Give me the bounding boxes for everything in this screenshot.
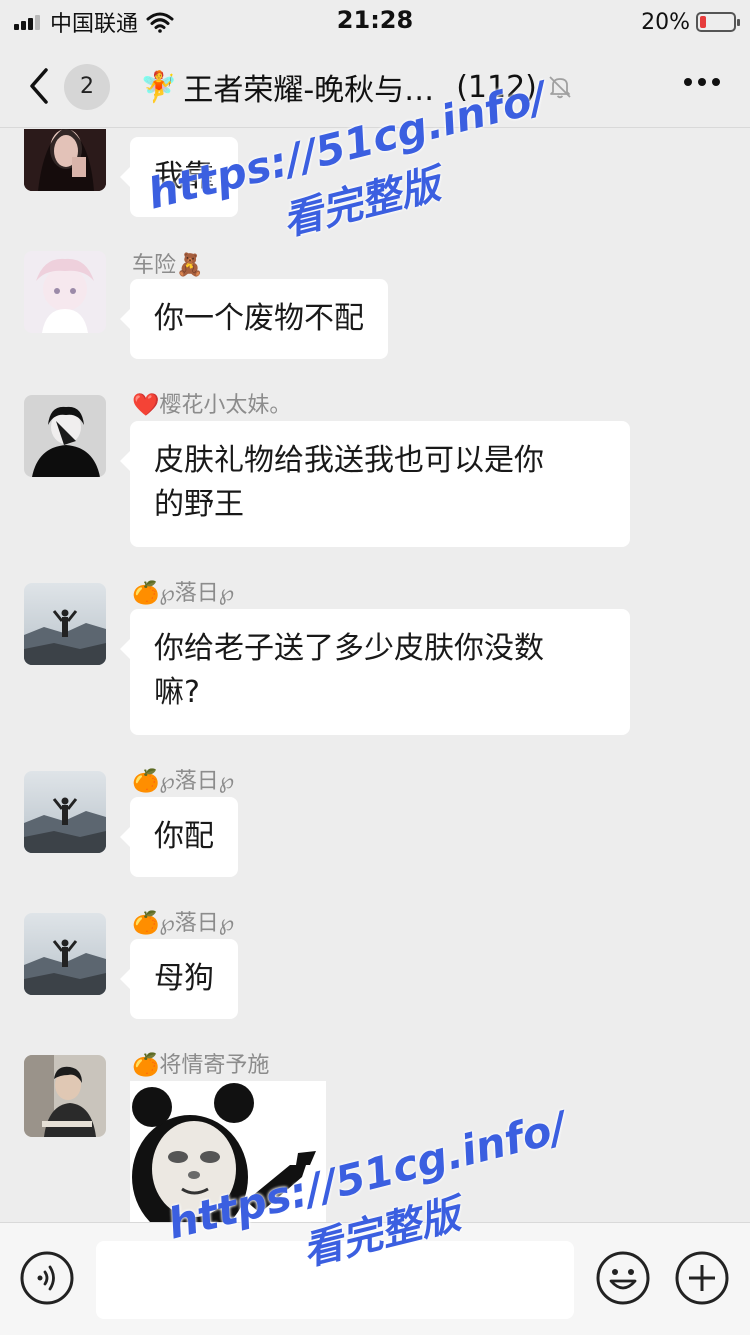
message-bubble[interactable]: 母狗 (120, 939, 238, 1019)
message-text-line: 皮肤礼物给我送我也可以是你 (154, 443, 544, 478)
message-text: 我靠 (154, 159, 214, 194)
message-list[interactable]: 我靠 车险🧸 你一个废物不配 ❤️樱花小太妹。 皮肤礼物给我送我也可以是你 的野… (0, 129, 750, 1222)
input-bar (0, 1222, 750, 1335)
more-options-button[interactable] (678, 78, 720, 86)
fairy-emoji-icon: 🧚 (140, 69, 178, 105)
chat-title: 王者荣耀-晚秋与… (183, 73, 435, 108)
status-bar: 中国联通 21:28 20% (0, 0, 750, 44)
message-bubble[interactable]: 你给老子送了多少皮肤你没数 嘛? (120, 609, 630, 735)
message-text-line: 嘛? (154, 675, 200, 710)
message-bubble[interactable]: 你配 (120, 797, 238, 877)
message-bubble[interactable]: 你一个废物不配 (120, 279, 388, 359)
avatar[interactable] (24, 395, 106, 477)
avatar[interactable] (24, 251, 106, 333)
chat-screen: 中国联通 21:28 20% 2 🧚 王者荣耀-晚秋与… (112) 我靠 车险… (0, 0, 750, 1335)
avatar[interactable] (24, 771, 106, 853)
battery-level-fill (700, 16, 706, 28)
sender-name: 🍊℘落日℘ (132, 911, 235, 936)
sender-name: 🍊℘落日℘ (132, 581, 235, 606)
emoji-button[interactable] (596, 1251, 650, 1305)
status-right: 20% (641, 8, 740, 36)
member-count: (112) (456, 69, 537, 105)
more-functions-button[interactable] (675, 1251, 729, 1305)
back-button[interactable] (22, 66, 58, 106)
chat-header: 2 🧚 王者荣耀-晚秋与… (112) (0, 44, 750, 128)
sender-name: 🍊将情寄予施 (132, 1053, 270, 1078)
message-bubble[interactable]: 皮肤礼物给我送我也可以是你 的野王 (120, 421, 630, 547)
mute-bell-icon (549, 76, 571, 99)
status-left: 中国联通 (14, 8, 174, 37)
avatar[interactable] (24, 583, 106, 665)
battery-percentage: 20% (641, 9, 690, 35)
avatar[interactable] (24, 913, 106, 995)
sender-name: 🍊℘落日℘ (132, 769, 235, 794)
message-text: 你一个废物不配 (154, 301, 364, 336)
message-text-line: 的野王 (154, 487, 244, 522)
message-text: 母狗 (154, 961, 214, 996)
wifi-icon (146, 12, 174, 33)
battery-icon (696, 12, 740, 32)
message-bubble[interactable]: 我靠 (120, 137, 238, 217)
sender-name: ❤️樱花小太妹。 (132, 393, 292, 418)
signal-icon (14, 14, 42, 30)
sender-name: 车险🧸 (132, 253, 204, 278)
voice-input-button[interactable] (20, 1251, 74, 1305)
avatar[interactable] (24, 1055, 106, 1137)
message-text-line: 你给老子送了多少皮肤你没数 (154, 631, 544, 666)
chat-title-group[interactable]: 🧚 王者荣耀-晚秋与… (112) (140, 64, 573, 110)
message-input[interactable] (96, 1241, 574, 1319)
panda-meme-sticker[interactable] (130, 1081, 326, 1222)
carrier-name: 中国联通 (50, 12, 139, 37)
message-text: 你配 (154, 819, 214, 854)
unread-count-badge[interactable]: 2 (64, 64, 110, 110)
avatar[interactable] (24, 129, 106, 191)
